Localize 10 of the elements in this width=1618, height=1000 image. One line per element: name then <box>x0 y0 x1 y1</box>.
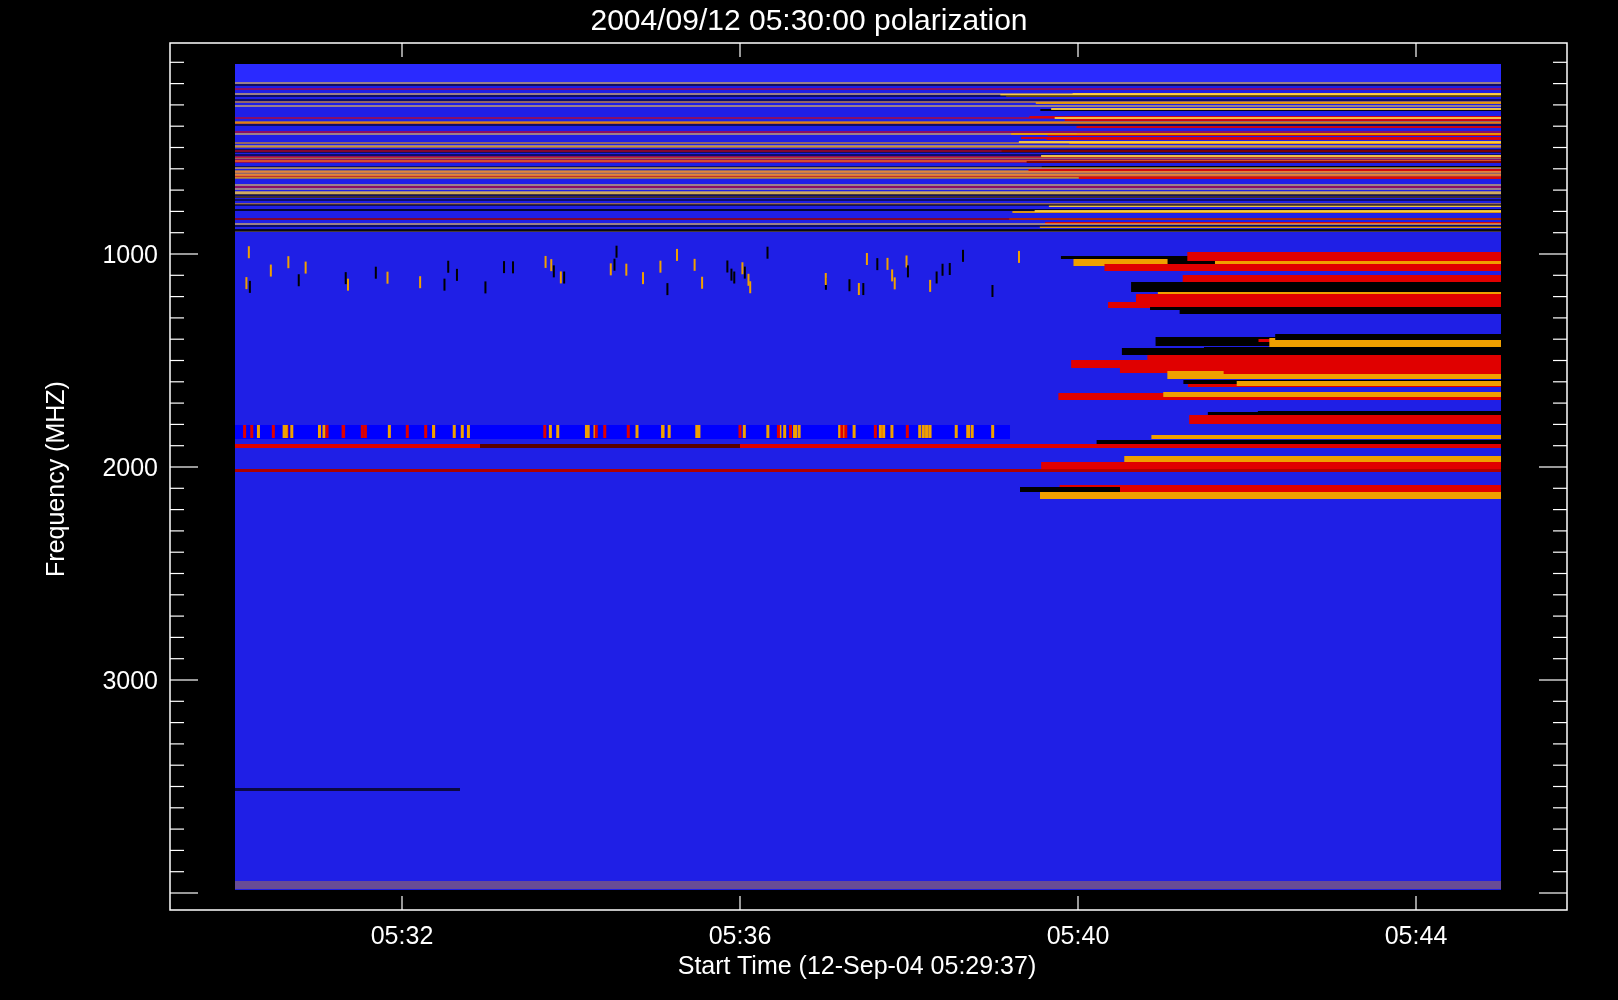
plot-title: 2004/09/12 05:30:00 polarization <box>590 3 1028 36</box>
tick-label: 05:32 <box>370 921 434 949</box>
tick-label: 3000 <box>102 666 158 694</box>
tick-label: 2000 <box>102 453 158 481</box>
x-axis-label: Start Time (12-Sep-04 05:29:37) <box>677 951 1037 979</box>
tick-label: 05:36 <box>708 921 772 949</box>
tick-label: 1000 <box>102 240 158 268</box>
tick-label: 05:44 <box>1384 921 1448 949</box>
tick-label: 05:40 <box>1046 921 1110 949</box>
y-axis-label: Frequency (MHZ) <box>41 381 69 577</box>
